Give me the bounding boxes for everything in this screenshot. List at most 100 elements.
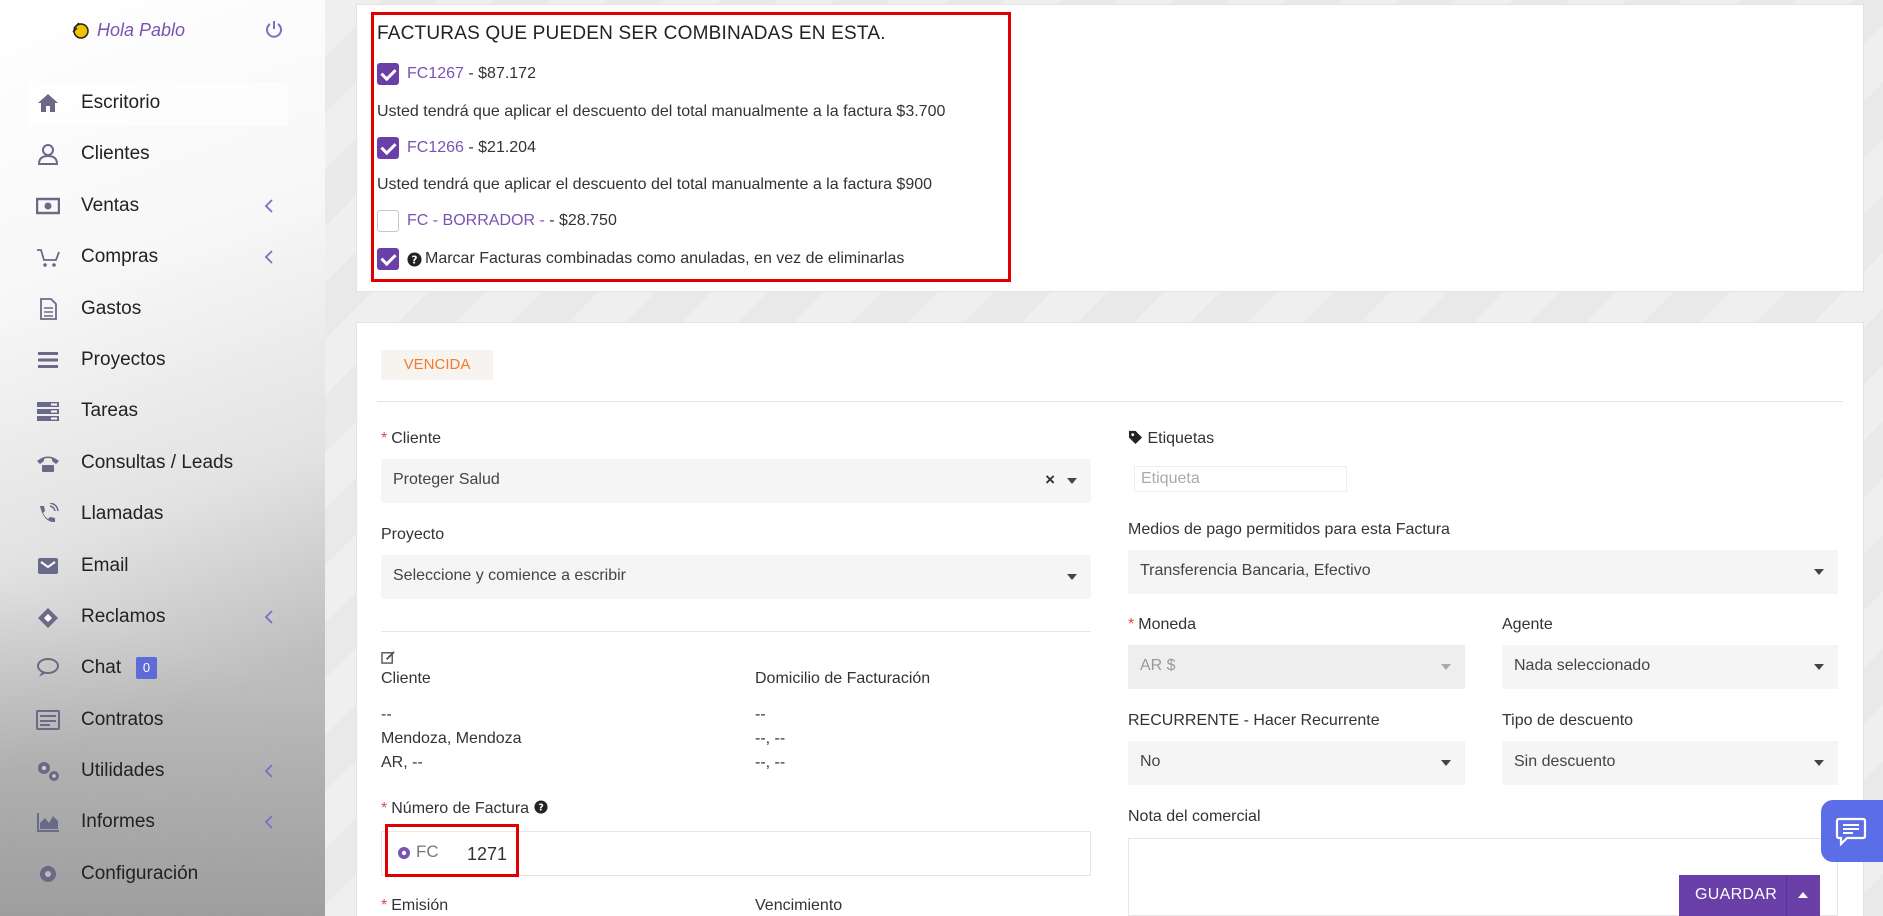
invoice-checkbox-fc1267[interactable] — [377, 63, 399, 85]
address-cliente-label: Cliente — [381, 670, 431, 687]
user-greeting-row: Hola Pablo — [70, 18, 285, 44]
wave-hand-icon — [72, 22, 89, 39]
invoice-checkbox-borrador[interactable] — [377, 210, 399, 232]
tipo-descuento-select[interactable]: Sin descuento — [1502, 741, 1838, 785]
sidebar-item-ventas[interactable]: Ventas — [0, 181, 325, 232]
sidebar-item-proyectos[interactable]: Proyectos — [0, 335, 325, 386]
sidebar-item-compras[interactable]: Compras — [0, 232, 325, 283]
chevron-left-icon — [264, 199, 273, 213]
sidebar: Hola Pablo Escritorio Clientes Ventas Co… — [0, 0, 325, 916]
clear-icon[interactable]: × — [1045, 470, 1055, 490]
agente-select[interactable]: Nada seleccionado — [1502, 645, 1838, 689]
cliente-select-value: Proteger Salud — [393, 471, 500, 488]
chevron-left-icon — [264, 764, 273, 778]
sidebar-item-escritorio[interactable]: Escritorio — [0, 78, 325, 129]
sidebar-item-reclamos[interactable]: Reclamos — [0, 592, 325, 643]
numero-factura-label: * Número de Factura ? — [381, 800, 548, 818]
chevron-left-icon — [264, 610, 273, 624]
cogs-icon — [38, 762, 59, 782]
highlight-box-numero — [385, 824, 519, 877]
sidebar-item-label: Gastos — [81, 297, 142, 319]
invoice-link[interactable]: FC1266 — [407, 139, 464, 156]
cliente-select[interactable]: Proteger Salud × — [381, 459, 1091, 503]
home-icon — [38, 94, 58, 112]
proyecto-select-placeholder: Seleccione y comience a escribir — [393, 567, 626, 584]
address-line: AR, -- — [381, 754, 423, 771]
question-circle-icon[interactable]: ? — [533, 800, 548, 814]
sidebar-item-utilidades[interactable]: Utilidades — [0, 746, 325, 797]
chevron-down-icon — [1814, 569, 1824, 575]
moneda-label: * Moneda — [1128, 616, 1197, 633]
chat-icon — [37, 658, 59, 678]
sidebar-item-label: Llamadas — [81, 503, 164, 525]
sidebar-item-gastos[interactable]: Gastos — [0, 284, 325, 335]
sidebar-item-consultas[interactable]: Consultas / Leads — [0, 438, 325, 489]
mark-cancelled-checkbox[interactable] — [377, 248, 399, 270]
sidebar-item-configuracion[interactable]: Configuración — [0, 849, 325, 900]
sidebar-item-tareas[interactable]: Tareas — [0, 386, 325, 437]
recurrente-value: No — [1140, 753, 1161, 770]
emision-label: * Emisión — [381, 897, 449, 914]
svg-text:?: ? — [412, 254, 418, 266]
address-cliente-lines: -- Mendoza, Mendoza AR, -- — [381, 703, 522, 775]
sidebar-item-label: Configuración — [81, 862, 199, 884]
sidebar-item-label: Clientes — [81, 143, 150, 165]
tipo-descuento-value: Sin descuento — [1514, 753, 1616, 770]
invoice-link[interactable]: FC1267 — [407, 65, 464, 82]
invoice-row-fc1266: FC1266 - $21.204 — [407, 139, 536, 157]
medios-pago-value: Transferencia Bancaria, Efectivo — [1140, 562, 1371, 579]
medios-pago-select[interactable]: Transferencia Bancaria, Efectivo — [1128, 550, 1838, 594]
question-circle-icon[interactable]: ? — [407, 252, 422, 267]
invoice-amount: - $28.750 — [544, 212, 617, 229]
user-greeting[interactable]: Hola Pablo — [97, 20, 185, 41]
caret-up-icon[interactable] — [1798, 892, 1808, 898]
sidebar-item-email[interactable]: Email — [0, 541, 325, 592]
etiqueta-input[interactable]: Etiqueta — [1134, 466, 1347, 492]
chevron-down-icon — [1814, 760, 1824, 766]
envelope-icon — [38, 557, 58, 574]
power-icon[interactable] — [263, 18, 285, 40]
sidebar-item-llamadas[interactable]: Llamadas — [0, 489, 325, 540]
moneda-select[interactable]: AR $ — [1128, 645, 1465, 689]
user-icon — [37, 144, 59, 166]
tag-icon — [1128, 430, 1143, 444]
sidebar-item-label: Consultas / Leads — [81, 451, 234, 473]
cart-icon — [37, 249, 60, 267]
address-line: -- — [755, 706, 766, 723]
recurrente-select[interactable]: No — [1128, 741, 1465, 785]
chevron-down-icon — [1067, 574, 1077, 580]
invoice-link[interactable]: FC - BORRADOR - — [407, 212, 545, 229]
invoice-amount: - $87.172 — [463, 65, 536, 82]
gear-icon — [40, 865, 56, 882]
sidebar-item-label: Contratos — [81, 708, 164, 730]
chat-widget-button[interactable] — [1821, 800, 1883, 862]
cliente-label: * Cliente — [381, 430, 442, 447]
tipo-descuento-label: Tipo de descuento — [1502, 712, 1634, 729]
sidebar-item-label: Escritorio — [81, 92, 161, 113]
recurrente-label: RECURRENTE - Hacer Recurrente — [1128, 712, 1380, 729]
tasks-icon — [37, 402, 59, 422]
address-line: -- — [381, 706, 392, 723]
sidebar-item-label: Reclamos — [81, 605, 166, 627]
sidebar-item-label: Proyectos — [81, 348, 166, 370]
save-button[interactable]: GUARDAR — [1679, 875, 1820, 916]
money-icon — [36, 197, 60, 215]
proyecto-select[interactable]: Seleccione y comience a escribir — [381, 555, 1091, 599]
area-chart-icon — [37, 813, 59, 833]
chat-bubble-icon — [1835, 817, 1867, 846]
sidebar-item-informes[interactable]: Informes — [0, 797, 325, 848]
ticket-icon — [38, 607, 58, 628]
phone-icon — [37, 456, 59, 472]
sidebar-item-chat[interactable]: Chat 0 — [0, 643, 325, 694]
address-domicilio-lines: -- --, -- --, -- — [755, 703, 785, 775]
sidebar-item-clientes[interactable]: Clientes — [0, 129, 325, 180]
save-button-label: GUARDAR — [1695, 886, 1778, 903]
edit-icon[interactable] — [381, 650, 396, 664]
address-line: --, -- — [755, 754, 786, 771]
sidebar-item-contratos[interactable]: Contratos — [0, 695, 325, 746]
sidebar-item-label: Ventas — [81, 194, 140, 216]
medios-pago-label: Medios de pago permitidos para esta Fact… — [1128, 521, 1450, 538]
chevron-down-icon — [1067, 478, 1077, 484]
invoice-checkbox-fc1266[interactable] — [377, 137, 399, 159]
divider — [381, 631, 1091, 632]
